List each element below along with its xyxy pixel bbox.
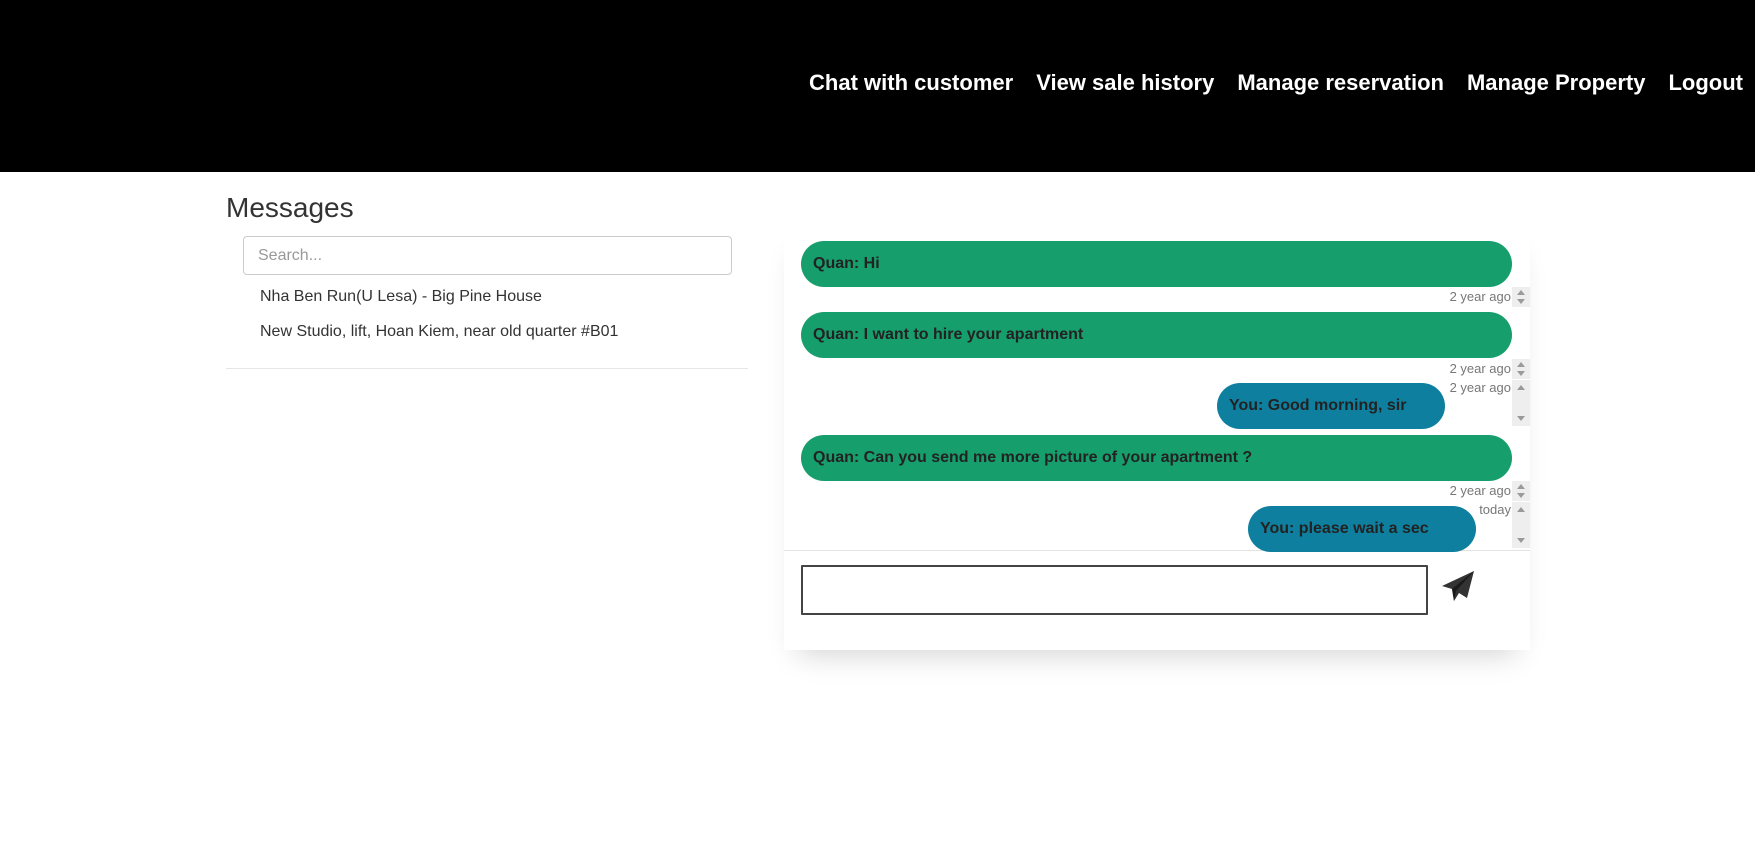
scroll-stepper[interactable] <box>1512 481 1530 501</box>
paper-plane-icon <box>1442 570 1474 601</box>
timestamp-row: 2 year ago <box>1434 359 1530 379</box>
arrow-down-icon <box>1517 371 1525 376</box>
message-timestamp: 2 year ago <box>1449 361 1511 376</box>
timestamp-row: 2 year ago <box>1434 287 1530 307</box>
arrow-up-icon <box>1517 507 1525 512</box>
nav-manage-reservation[interactable]: Manage reservation <box>1237 70 1444 96</box>
search-input[interactable] <box>243 236 732 275</box>
conversation-item[interactable]: Nha Ben Run(U Lesa) - Big Pine House <box>226 284 748 319</box>
arrow-down-icon <box>1517 299 1525 304</box>
bubble-scrollbar[interactable] <box>1512 380 1530 426</box>
message-history[interactable]: Quan: Hi 2 year ago Quan: I want to hire… <box>784 224 1530 552</box>
message-bubble-incoming: Quan: Hi <box>801 241 1512 287</box>
message-composer-input[interactable] <box>801 565 1428 615</box>
arrow-down-icon <box>1517 416 1525 421</box>
chat-panel: Quan: Hi 2 year ago Quan: I want to hire… <box>784 224 1530 650</box>
conversation-list: Nha Ben Run(U Lesa) - Big Pine House New… <box>226 284 748 369</box>
scroll-stepper[interactable] <box>1512 287 1530 307</box>
top-nav-bar: Chat with customer View sale history Man… <box>0 0 1755 172</box>
arrow-down-icon <box>1517 493 1525 498</box>
message-bubble-incoming: Quan: I want to hire your apartment <box>801 312 1512 358</box>
arrow-up-icon <box>1517 385 1525 390</box>
main-nav: Chat with customer View sale history Man… <box>809 70 1743 96</box>
nav-view-sale-history[interactable]: View sale history <box>1036 70 1214 96</box>
message-timestamp: 2 year ago <box>1449 483 1511 498</box>
bubble-scrollbar[interactable] <box>1512 502 1530 548</box>
timestamp-row: 2 year ago <box>1434 481 1530 501</box>
message-timestamp: today <box>1479 502 1511 517</box>
arrow-down-icon <box>1517 538 1525 543</box>
conversation-item[interactable]: New Studio, lift, Hoan Kiem, near old qu… <box>226 319 748 354</box>
arrow-up-icon <box>1517 362 1525 367</box>
messages-title: Messages <box>226 192 354 223</box>
message-timestamp: 2 year ago <box>1449 380 1511 395</box>
nav-manage-property[interactable]: Manage Property <box>1467 70 1646 96</box>
send-button[interactable] <box>1438 568 1478 608</box>
message-bubble-outgoing: You: please wait a sec <box>1248 506 1476 552</box>
arrow-up-icon <box>1517 484 1525 489</box>
nav-chat-with-customer[interactable]: Chat with customer <box>809 70 1013 96</box>
message-bubble-outgoing: You: Good morning, sir <box>1217 383 1445 429</box>
nav-logout[interactable]: Logout <box>1668 70 1743 96</box>
message-bubble-incoming: Quan: Can you send me more picture of yo… <box>801 435 1512 481</box>
scroll-stepper[interactable] <box>1512 359 1530 379</box>
message-timestamp: 2 year ago <box>1449 289 1511 304</box>
arrow-up-icon <box>1517 290 1525 295</box>
